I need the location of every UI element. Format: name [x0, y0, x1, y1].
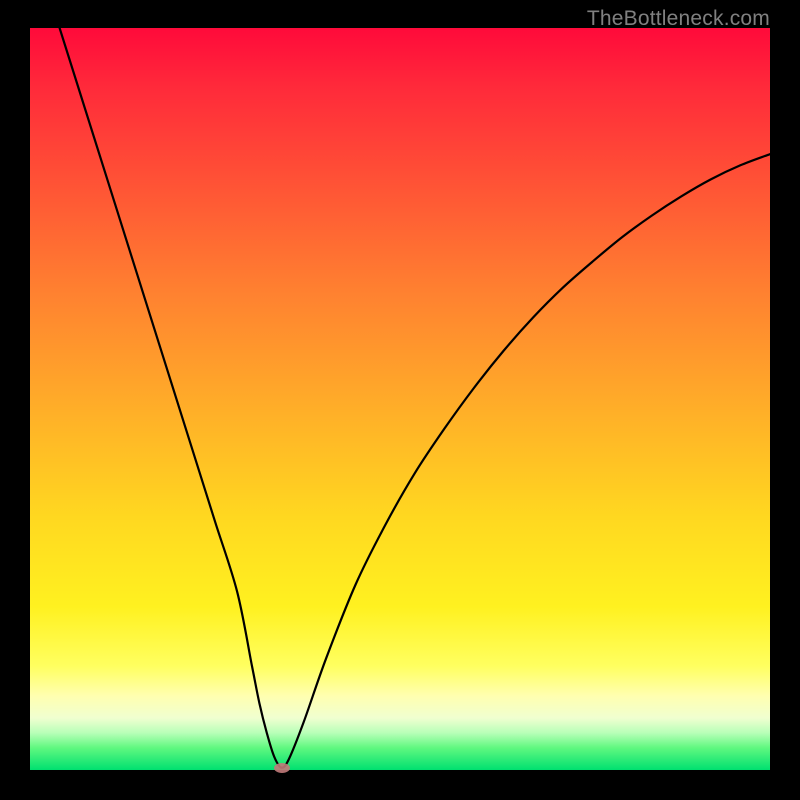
- curve-minimum-marker: [274, 763, 290, 773]
- bottleneck-curve: [30, 28, 770, 770]
- chart-frame: TheBottleneck.com: [0, 0, 800, 800]
- plot-area: [30, 28, 770, 770]
